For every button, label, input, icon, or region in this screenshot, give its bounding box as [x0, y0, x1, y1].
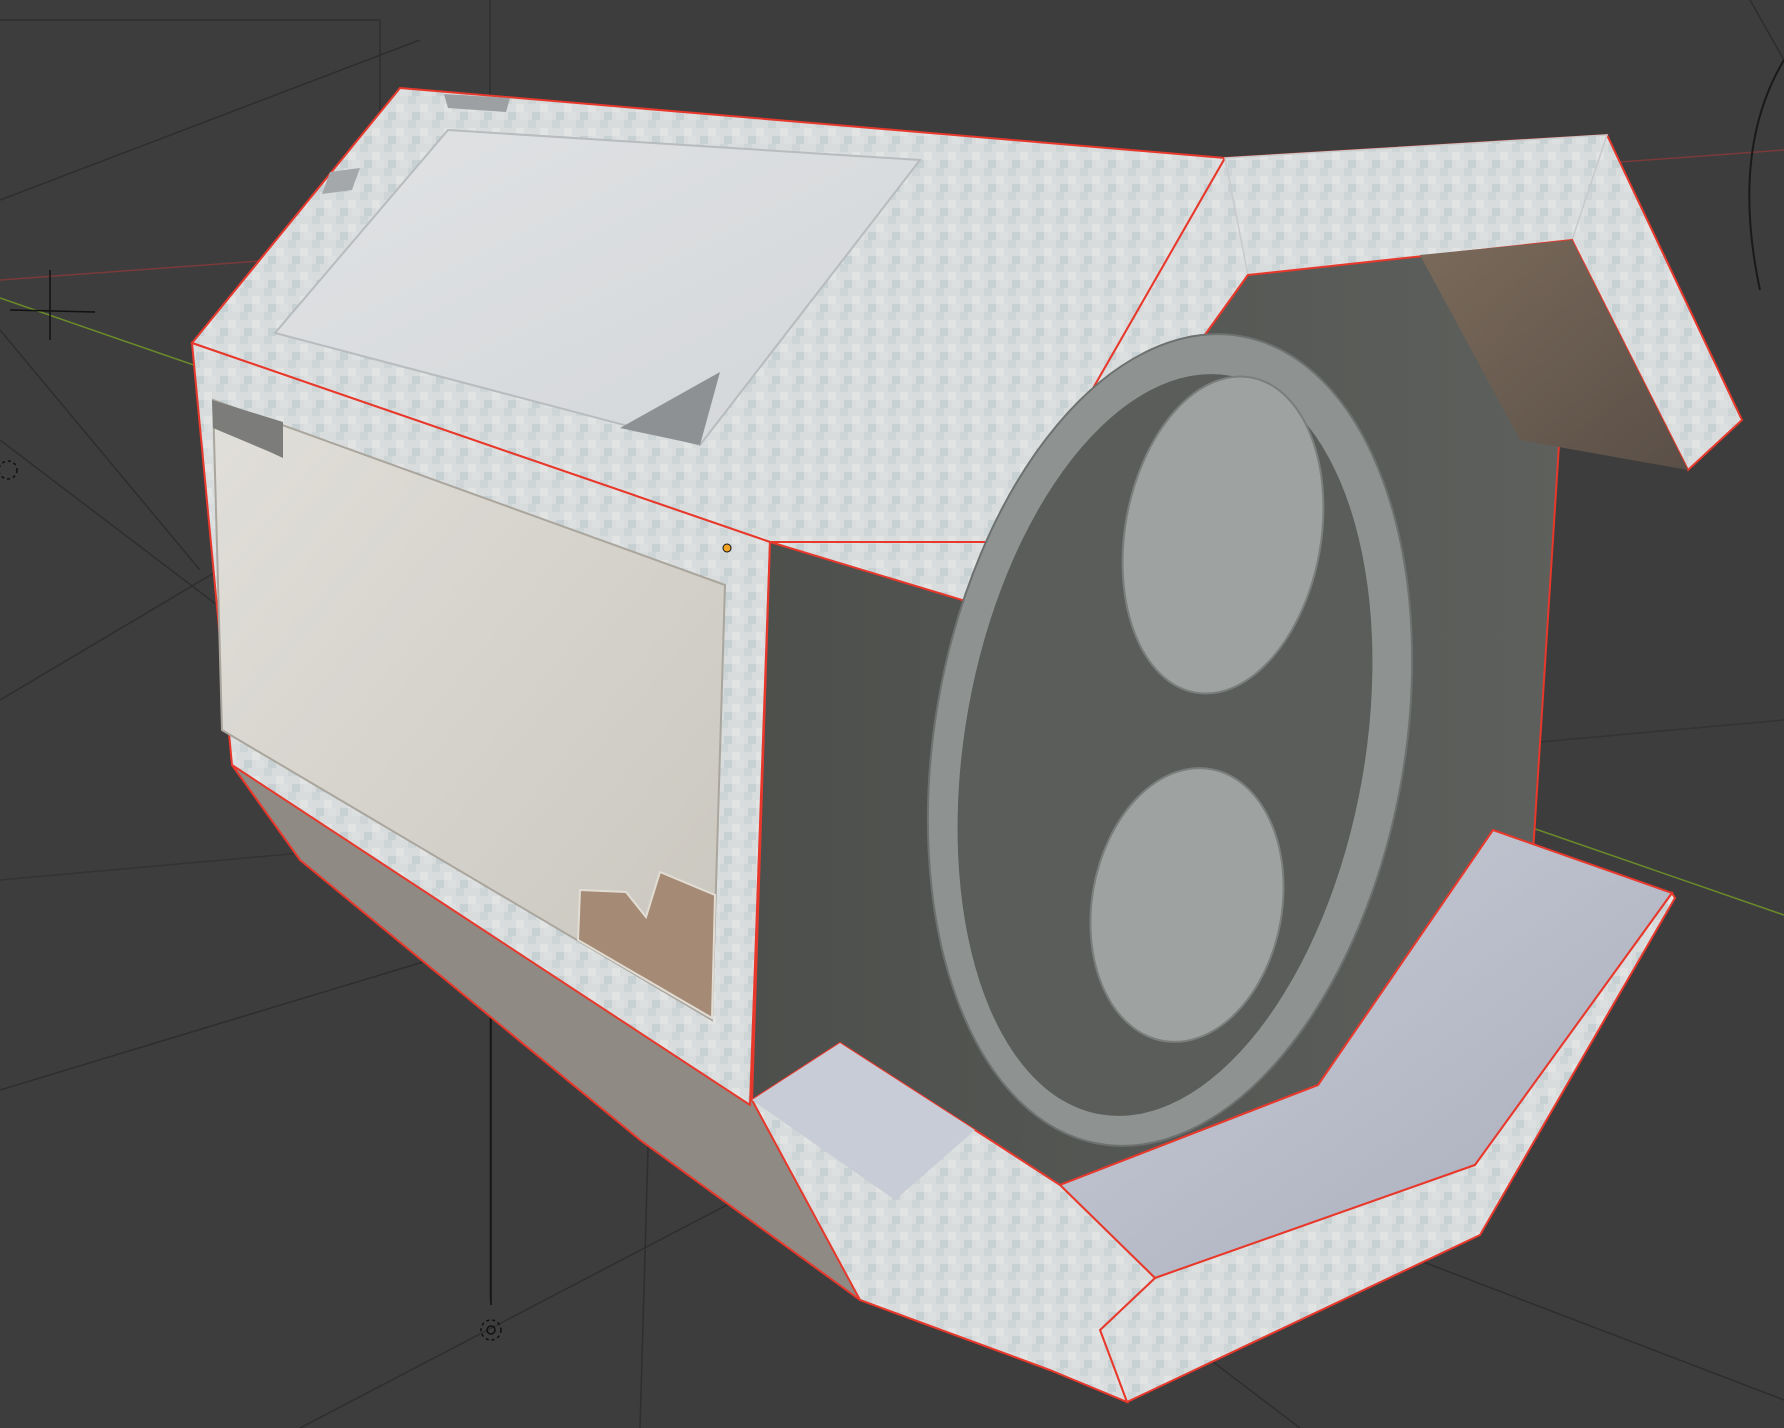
3d-cursor-icon[interactable]: [9, 270, 96, 340]
light-object-icon[interactable]: [1748, 59, 1784, 291]
3d-viewport[interactable]: [0, 0, 1784, 1428]
camera-object-icon[interactable]: [480, 1000, 502, 1341]
viewport-scene[interactable]: [0, 0, 1784, 1428]
selected-mesh-object[interactable]: [190, 86, 1744, 1404]
origin-marker-icon[interactable]: [0, 460, 18, 480]
object-origin-dot[interactable]: [722, 543, 732, 553]
